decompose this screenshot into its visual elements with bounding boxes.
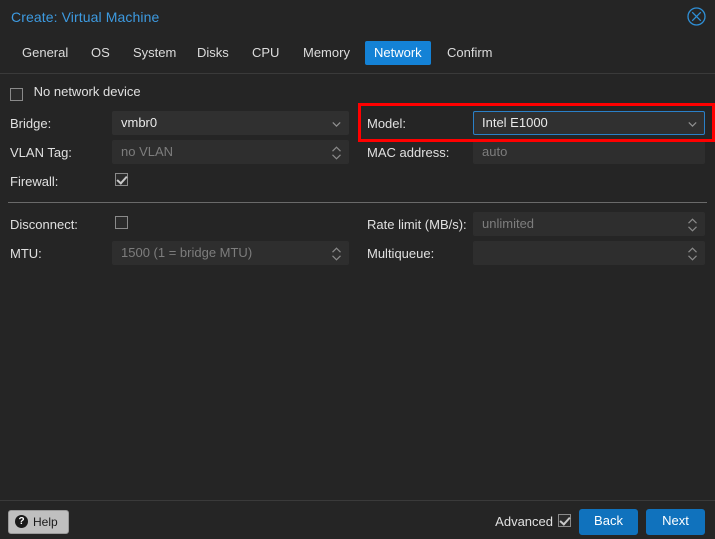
- close-icon[interactable]: [686, 6, 707, 27]
- help-button[interactable]: ? Help: [8, 510, 69, 534]
- rate-limit-input[interactable]: unlimited: [473, 212, 705, 236]
- multiqueue-label: Multiqueue:: [367, 246, 435, 261]
- chevron-down-icon: [688, 120, 697, 129]
- vlan-tag-label: VLAN Tag:: [10, 145, 72, 160]
- rate-limit-label: Rate limit (MB/s):: [367, 217, 467, 232]
- vlan-tag-placeholder: no VLAN: [121, 144, 174, 159]
- tab-disks[interactable]: Disks: [188, 41, 238, 65]
- tab-cpu[interactable]: CPU: [243, 41, 288, 65]
- mtu-label: MTU:: [10, 246, 42, 261]
- mac-address-label: MAC address:: [367, 145, 450, 160]
- firewall-checkbox[interactable]: [115, 173, 128, 186]
- tab-os[interactable]: OS: [82, 41, 119, 65]
- tab-memory[interactable]: Memory: [294, 41, 359, 65]
- mac-address-input[interactable]: auto: [473, 140, 705, 164]
- model-label: Model:: [367, 116, 407, 131]
- dialog-footer: ? Help Advanced Back Next: [0, 500, 715, 539]
- multiqueue-input[interactable]: [473, 241, 705, 265]
- question-mark-icon: ?: [15, 515, 28, 529]
- advanced-label: Advanced: [495, 514, 553, 529]
- no-network-device-label: No network device: [33, 84, 141, 99]
- spinner-arrows-icon[interactable]: [687, 246, 698, 262]
- no-network-device-checkbox[interactable]: [10, 88, 23, 102]
- mac-address-placeholder: auto: [482, 144, 508, 159]
- window-title: Create: Virtual Machine: [11, 9, 160, 25]
- mtu-placeholder: 1500 (1 = bridge MTU): [121, 245, 253, 260]
- section-divider: [8, 202, 707, 203]
- tab-system[interactable]: System: [124, 41, 185, 65]
- bridge-label: Bridge:: [10, 116, 52, 131]
- bridge-combobox[interactable]: vmbr0: [112, 111, 349, 135]
- disconnect-checkbox[interactable]: [115, 216, 128, 229]
- chevron-down-icon: [332, 120, 341, 129]
- tab-confirm[interactable]: Confirm: [438, 41, 502, 65]
- spinner-arrows-icon[interactable]: [687, 217, 698, 233]
- bridge-value: vmbr0: [121, 115, 158, 130]
- mtu-input[interactable]: 1500 (1 = bridge MTU): [112, 241, 349, 265]
- rate-limit-placeholder: unlimited: [482, 216, 535, 231]
- tab-bar: General OS System Disks CPU Memory Netwo…: [0, 33, 715, 74]
- vlan-tag-input[interactable]: no VLAN: [112, 140, 349, 164]
- close-circle-glyph: [687, 7, 706, 26]
- model-value: Intel E1000: [482, 115, 548, 130]
- firewall-label: Firewall:: [10, 174, 59, 189]
- disconnect-label: Disconnect:: [10, 217, 78, 232]
- tab-network[interactable]: Network: [365, 41, 431, 65]
- back-button[interactable]: Back: [579, 509, 638, 535]
- tab-general[interactable]: General: [13, 41, 77, 65]
- next-button[interactable]: Next: [646, 509, 705, 535]
- window-title-bar: Create: Virtual Machine: [0, 0, 715, 33]
- spinner-arrows-icon[interactable]: [331, 145, 342, 161]
- help-button-label: Help: [33, 514, 58, 529]
- advanced-checkbox[interactable]: [558, 514, 571, 527]
- no-network-device-row: No network device: [10, 84, 141, 102]
- model-combobox[interactable]: Intel E1000: [473, 111, 705, 135]
- spinner-arrows-icon[interactable]: [331, 246, 342, 262]
- network-settings-form: No network device Bridge: vmbr0 VLAN Tag…: [0, 74, 715, 500]
